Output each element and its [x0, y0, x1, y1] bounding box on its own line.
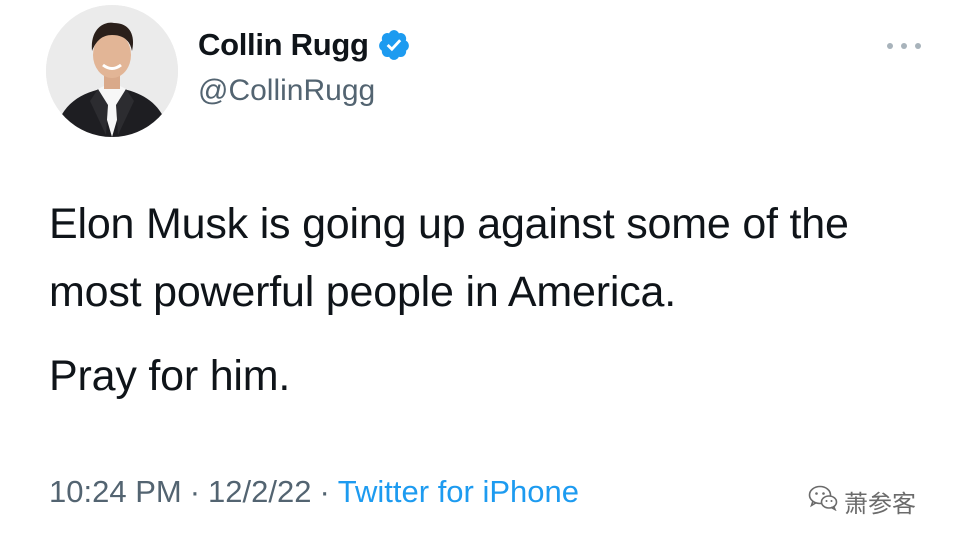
watermark: 萧参客 [808, 484, 916, 519]
tweet-source-link[interactable]: Twitter for iPhone [338, 474, 579, 509]
avatar[interactable] [46, 5, 178, 137]
more-dots-icon [887, 43, 921, 49]
display-name[interactable]: Collin Rugg [198, 27, 369, 63]
meta-separator: · [189, 474, 201, 509]
author-name-row: Collin Rugg [198, 22, 411, 68]
tweet-text: Elon Musk is going up against some of th… [49, 190, 949, 410]
tweet-metadata: 10:24 PM · 12/2/22 · Twitter for iPhone [49, 474, 579, 510]
meta-separator: · [319, 474, 330, 509]
tweet-date[interactable]: 12/2/22 [208, 474, 311, 509]
tweet-paragraph: Pray for him. [49, 352, 291, 400]
tweet-paragraph: Elon Musk is going up against some of th… [49, 200, 849, 316]
author-handle[interactable]: @CollinRugg [198, 74, 375, 108]
avatar-image [46, 5, 178, 137]
watermark-text: 萧参客 [844, 491, 916, 518]
tweet-time[interactable]: 10:24 PM [49, 474, 182, 509]
verified-badge-icon [377, 28, 411, 62]
wechat-icon [808, 485, 838, 518]
tweet-card: Collin Rugg @CollinRugg Elon Musk is goi… [0, 0, 975, 545]
more-options-button[interactable] [880, 34, 928, 58]
